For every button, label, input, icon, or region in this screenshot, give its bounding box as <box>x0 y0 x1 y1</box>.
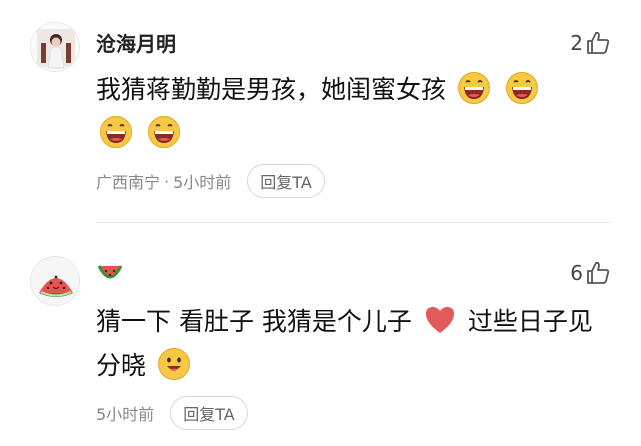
smile-emoji <box>157 348 190 380</box>
grinning-emoji <box>147 116 180 148</box>
username[interactable]: 沧海月明 <box>96 28 176 57</box>
thumbs-up-icon <box>587 31 610 54</box>
grinning-emoji <box>505 72 538 104</box>
like-button[interactable]: 2 <box>570 30 611 56</box>
comment-meta: 5小时前 回复TA <box>96 396 248 430</box>
avatar[interactable] <box>30 256 80 306</box>
location: 广西南宁 <box>96 173 161 192</box>
comment-item: 沧海月明 2 我猜蒋勤勤是男孩，她闺蜜女孩 广西南宁 · 5小时前 回复TA <box>0 0 641 223</box>
divider <box>96 222 611 223</box>
grinning-emoji <box>457 72 490 104</box>
timestamp: 5小时前 <box>173 173 232 192</box>
like-button[interactable]: 6 <box>570 260 611 286</box>
grinning-emoji <box>100 116 132 148</box>
comment-body-part1: 猜一下 看肚子 我猜是个儿子 <box>96 307 412 336</box>
reply-button[interactable]: 回复TA <box>247 164 325 198</box>
comment-text: 我猜蒋勤勤是男孩，她闺蜜女孩 <box>96 68 616 156</box>
watermelon-icon <box>97 265 123 279</box>
comment-meta: 广西南宁 · 5小时前 回复TA <box>96 164 325 198</box>
reply-button[interactable]: 回复TA <box>170 396 248 430</box>
thumbs-up-icon <box>587 261 610 284</box>
avatar[interactable] <box>30 22 80 72</box>
like-count: 2 <box>570 31 583 55</box>
comment-item: 6 猜一下 看肚子 我猜是个儿子 过些日子见分晓 5小时前 回复TA <box>0 224 641 446</box>
timestamp: 5小时前 <box>96 405 155 424</box>
like-count: 6 <box>570 261 583 285</box>
comment-body: 我猜蒋勤勤是男孩，她闺蜜女孩 <box>96 75 447 104</box>
comment-text: 猜一下 看肚子 我猜是个儿子 过些日子见分晓 <box>96 300 616 388</box>
meta-separator: · <box>164 171 170 191</box>
heart-icon <box>425 307 454 333</box>
